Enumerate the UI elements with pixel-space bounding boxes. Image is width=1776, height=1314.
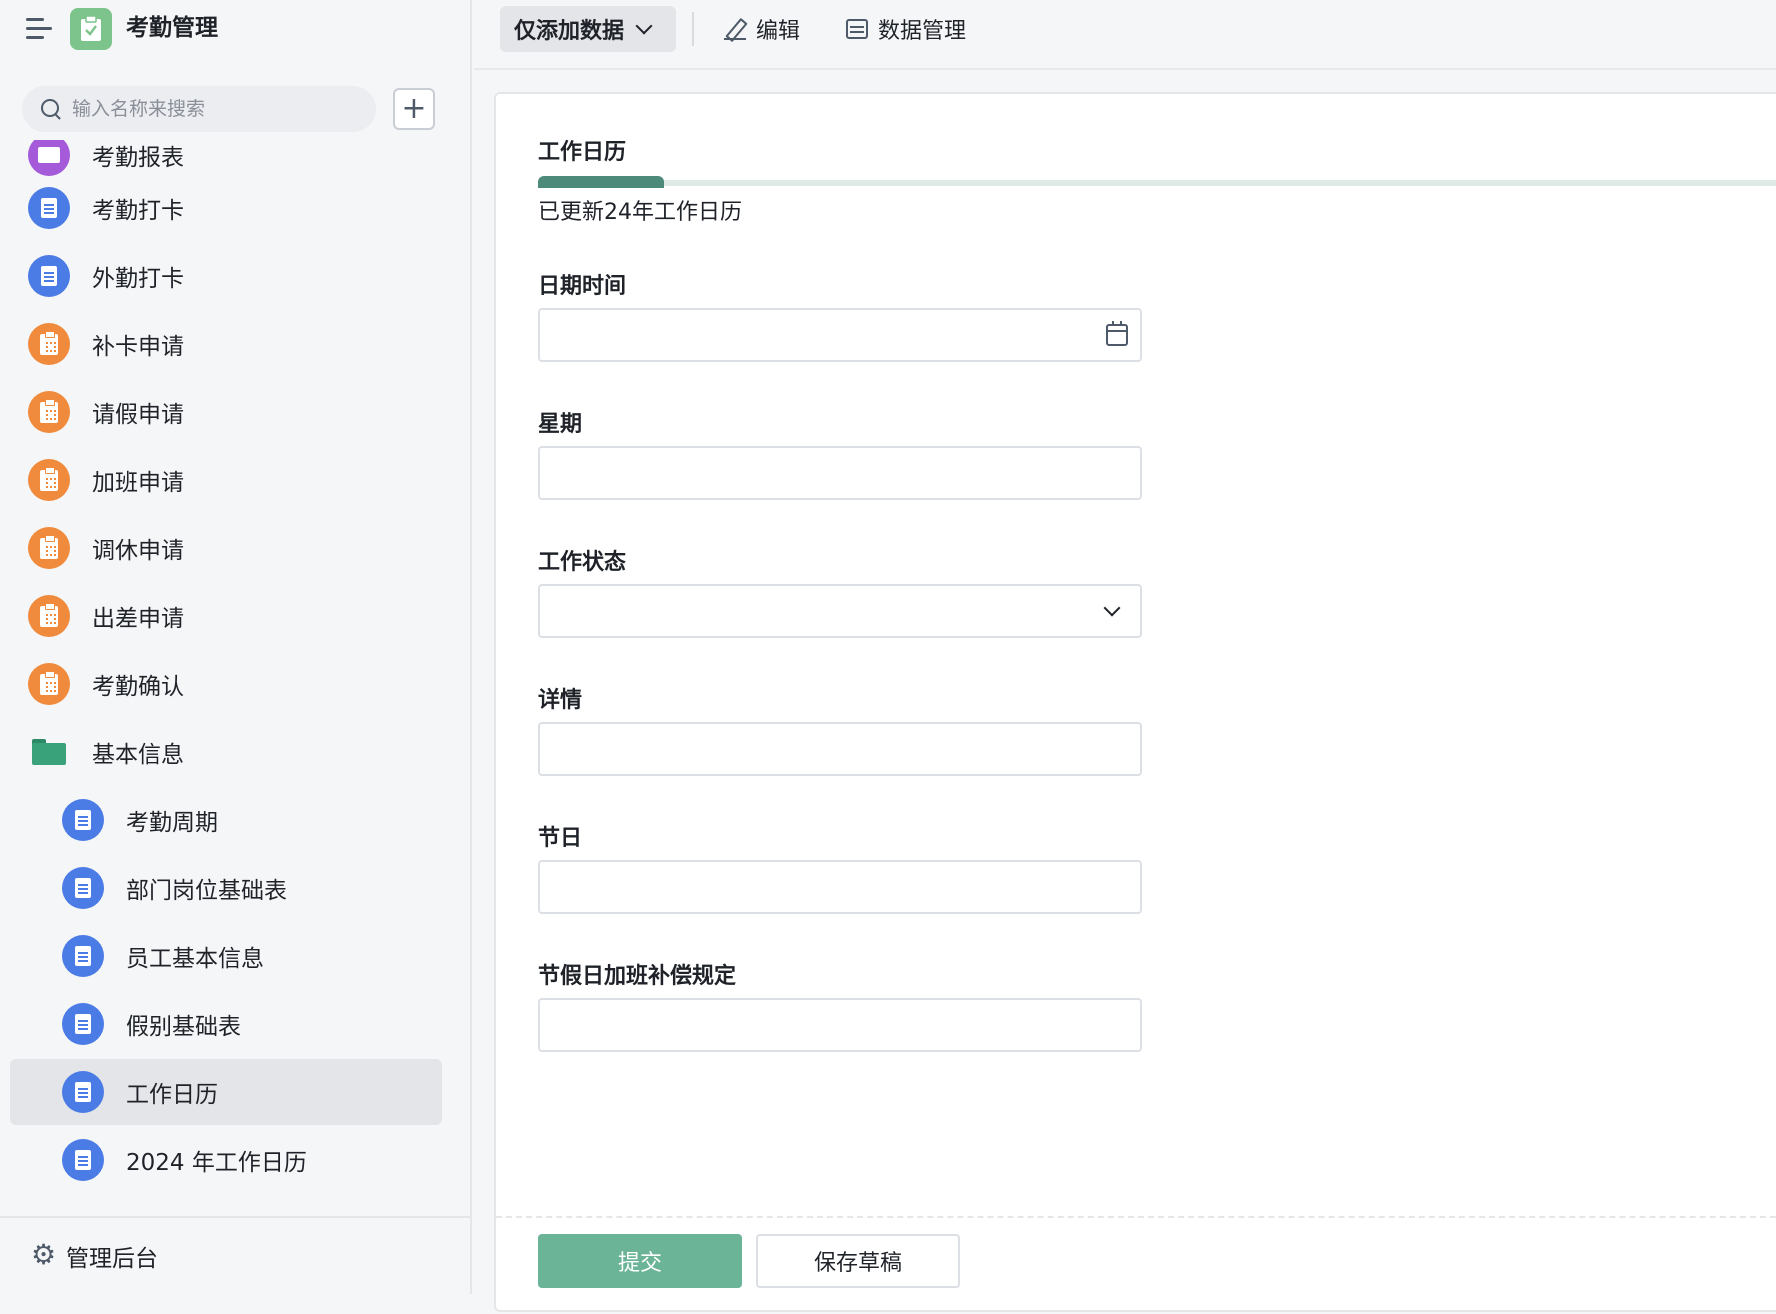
- holiday-field-label: 节日: [538, 826, 583, 851]
- form-title: 工作日历: [538, 140, 627, 165]
- search-input[interactable]: [72, 98, 352, 120]
- sidebar-item-trip-request[interactable]: 出差申请: [10, 583, 442, 649]
- clipboard-icon: [28, 323, 70, 365]
- search-box[interactable]: [22, 86, 376, 132]
- document-icon: [28, 255, 70, 297]
- sidebar-item-employee-info[interactable]: 员工基本信息: [10, 923, 442, 989]
- sidebar-item-2024-calendar[interactable]: 2024 年工作日历: [10, 1127, 442, 1193]
- sidebar-item-leave-types[interactable]: 假别基础表: [10, 991, 442, 1057]
- rule-field[interactable]: [538, 998, 1142, 1052]
- status-dropdown[interactable]: [538, 584, 1142, 638]
- weekday-input[interactable]: [540, 448, 1140, 498]
- sidebar-item-label: 考勤打卡: [92, 198, 184, 224]
- pencil-icon: [724, 18, 746, 40]
- mode-label: 仅添加数据: [514, 19, 625, 44]
- gear-icon: [31, 1238, 56, 1271]
- menu-icon[interactable]: [26, 18, 54, 44]
- rule-field-label: 节假日加班补偿规定: [538, 964, 737, 989]
- clipboard-icon: [28, 527, 70, 569]
- add-button[interactable]: +: [393, 88, 435, 130]
- date-field[interactable]: [538, 308, 1142, 362]
- sidebar-item-label: 请假申请: [92, 402, 184, 428]
- sidebar-item-label: 员工基本信息: [126, 946, 264, 972]
- top-toolbar: 仅添加数据 编辑 数据管理: [474, 0, 1776, 70]
- sidebar-item-label: 基本信息: [92, 742, 184, 768]
- sidebar-item-dept-position[interactable]: 部门岗位基础表: [10, 855, 442, 921]
- document-icon: [62, 1071, 104, 1113]
- sidebar-item-label: 假别基础表: [126, 1014, 241, 1040]
- chevron-down-icon: [635, 17, 653, 35]
- sidebar-item-label: 考勤报表: [92, 145, 184, 171]
- sidebar-item-attendance-cycle[interactable]: 考勤周期: [10, 787, 442, 853]
- detail-input[interactable]: [540, 724, 1140, 774]
- sidebar-item-label: 加班申请: [92, 470, 184, 496]
- form-footer: 提交 保存草稿: [496, 1216, 1776, 1314]
- sidebar-item-timeoff-request[interactable]: 调休申请: [10, 515, 442, 581]
- document-icon: [28, 187, 70, 229]
- folder-icon: [32, 731, 66, 773]
- divider: [692, 12, 694, 46]
- save-draft-button[interactable]: 保存草稿: [756, 1234, 960, 1288]
- progress-text: 已更新24年工作日历: [538, 200, 742, 225]
- document-icon: [62, 1003, 104, 1045]
- rule-input[interactable]: [540, 1000, 1140, 1050]
- mode-dropdown[interactable]: 仅添加数据: [500, 6, 676, 52]
- progress-fill: [538, 176, 664, 188]
- date-input[interactable]: [540, 310, 1140, 360]
- data-management-button[interactable]: 数据管理: [846, 10, 966, 48]
- sidebar-item-label: 工作日历: [126, 1082, 218, 1108]
- sidebar-item-label: 出差申请: [92, 606, 184, 632]
- app-logo: [70, 8, 112, 50]
- progress-bar: [538, 176, 1776, 188]
- sidebar-item-label: 2024 年工作日历: [126, 1150, 307, 1176]
- table-icon: [846, 19, 868, 39]
- clipboard-icon: [28, 391, 70, 433]
- sidebar-item-label: 考勤确认: [92, 674, 184, 700]
- sidebar-folder-basic-info[interactable]: 基本信息: [10, 719, 442, 785]
- document-icon: [62, 935, 104, 977]
- chevron-down-icon: [1103, 599, 1121, 617]
- admin-label: 管理后台: [66, 1246, 158, 1272]
- clipboard-icon: [28, 663, 70, 705]
- status-field-label: 工作状态: [538, 550, 627, 575]
- sidebar-item-label: 调休申请: [92, 538, 184, 564]
- app-title: 考勤管理: [126, 15, 218, 41]
- edit-button[interactable]: 编辑: [724, 10, 800, 48]
- document-icon: [62, 1139, 104, 1181]
- sidebar-item-work-calendar[interactable]: 工作日历: [10, 1059, 442, 1125]
- document-icon: [62, 867, 104, 909]
- detail-field[interactable]: [538, 722, 1142, 776]
- document-icon: [62, 799, 104, 841]
- form-card: 工作日历 已更新24年工作日历 日期时间 星期 工作状态 详情 节日 节假日加班…: [494, 92, 1776, 1312]
- data-management-label: 数据管理: [878, 19, 967, 44]
- weekday-field[interactable]: [538, 446, 1142, 500]
- sidebar-item-attendance-checkin[interactable]: 考勤打卡: [10, 175, 442, 241]
- sidebar-item-label: 外勤打卡: [92, 266, 184, 292]
- clipboard-icon: [28, 595, 70, 637]
- sidebar-item-label: 部门岗位基础表: [126, 878, 287, 904]
- sidebar-nav: 考勤报表 考勤打卡 外勤打卡 补卡申请 请假申请 加班申请 调休申请 出差申请: [0, 140, 472, 1216]
- sidebar: 考勤管理 + 考勤报表 考勤打卡 外勤打卡 补卡申请 请假申请 加班申请: [0, 0, 472, 1294]
- submit-button[interactable]: 提交: [538, 1234, 742, 1288]
- holiday-field[interactable]: [538, 860, 1142, 914]
- holiday-input[interactable]: [540, 862, 1140, 912]
- sidebar-item-overtime-request[interactable]: 加班申请: [10, 447, 442, 513]
- monitor-icon: [28, 140, 70, 176]
- search-icon: [40, 98, 62, 120]
- sidebar-item-makeup-request[interactable]: 补卡申请: [10, 311, 442, 377]
- calendar-icon[interactable]: [1106, 321, 1128, 346]
- sidebar-item-label: 考勤周期: [126, 810, 218, 836]
- sidebar-item-label: 补卡申请: [92, 334, 184, 360]
- date-field-label: 日期时间: [538, 274, 627, 299]
- sidebar-item-field-checkin[interactable]: 外勤打卡: [10, 243, 442, 309]
- weekday-field-label: 星期: [538, 412, 583, 437]
- sidebar-item-attendance-confirm[interactable]: 考勤确认: [10, 651, 442, 717]
- admin-link[interactable]: 管理后台: [0, 1216, 472, 1294]
- clipboard-icon: [28, 459, 70, 501]
- edit-label: 编辑: [756, 19, 801, 44]
- detail-field-label: 详情: [538, 688, 583, 713]
- sidebar-item-leave-request[interactable]: 请假申请: [10, 379, 442, 445]
